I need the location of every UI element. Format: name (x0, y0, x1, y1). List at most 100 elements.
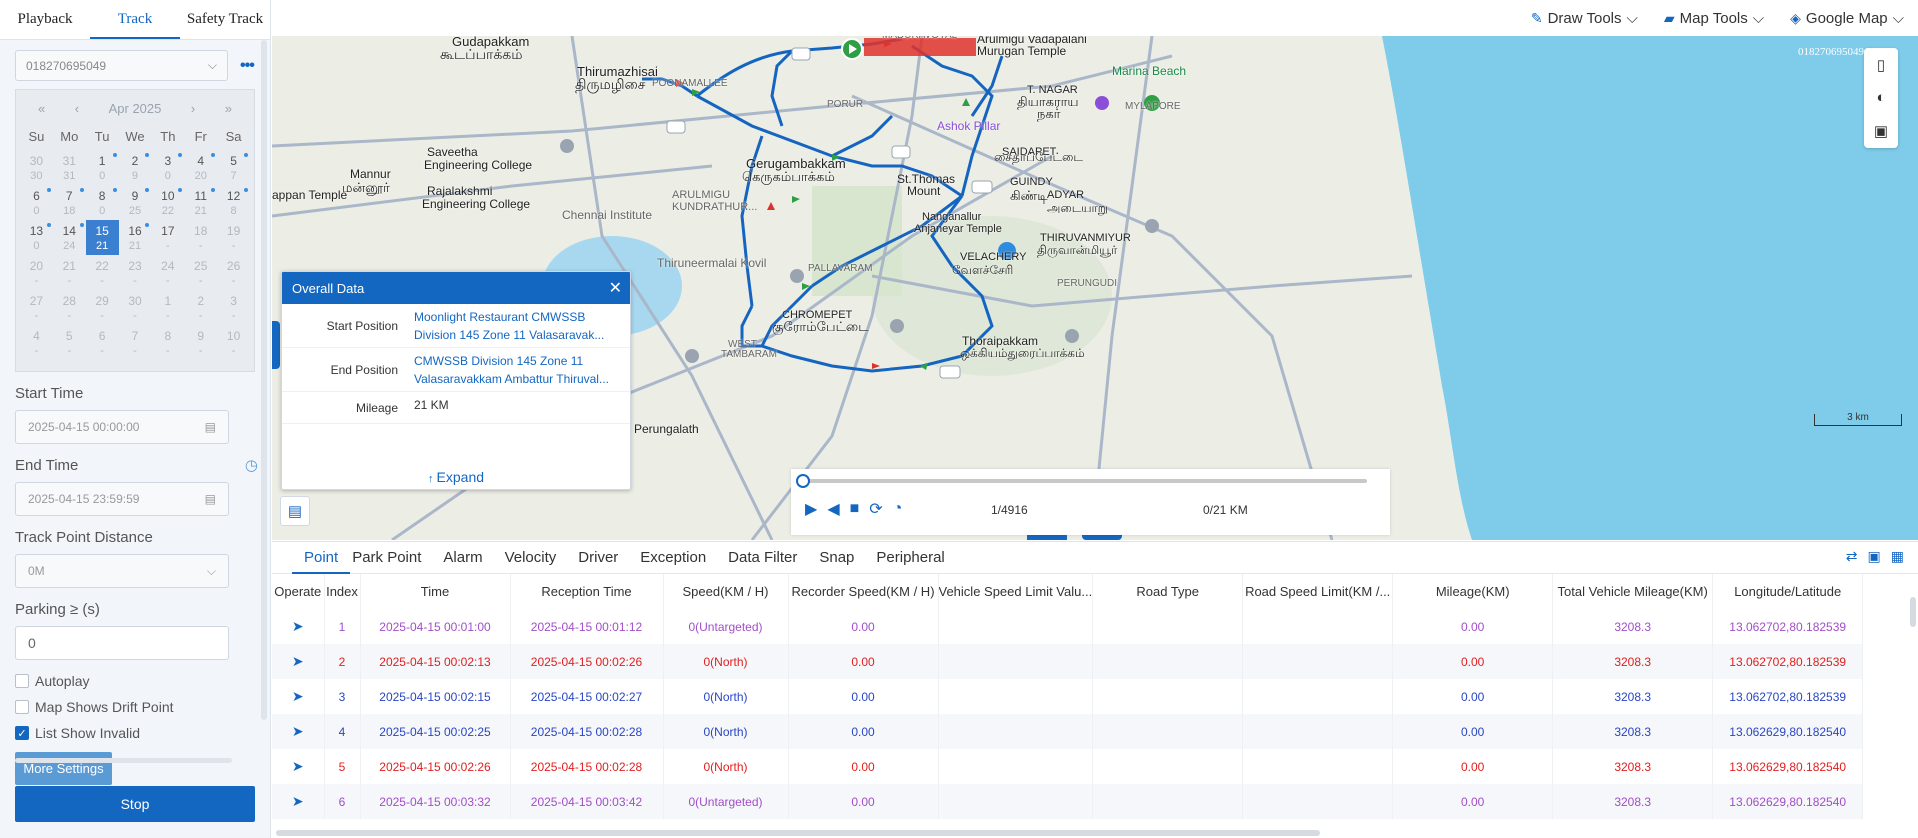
calendar-day[interactable]: 16 21 (119, 220, 152, 255)
table-row[interactable]: ➤ 3 2025-04-15 00:02:15 2025-04-15 00:02:27… (272, 679, 1864, 714)
calendar-day[interactable]: 11 21 (184, 185, 217, 220)
stop-button[interactable]: Stop (15, 786, 255, 822)
calendar-day[interactable]: 22 - (86, 255, 119, 290)
calendar-day[interactable]: 4- (20, 325, 53, 360)
calendar-day[interactable]: 23 - (119, 255, 152, 290)
column-header[interactable]: Vehicle Speed Limit Valu... (938, 574, 1094, 609)
calendar-day[interactable]: 30 - (119, 290, 152, 325)
play-icon[interactable]: ▶ (805, 499, 817, 519)
calendar-day[interactable]: 6- (86, 325, 119, 360)
calendar-day[interactable]: 27 - (20, 290, 53, 325)
column-header[interactable]: Recorder Speed(KM / H) (788, 574, 939, 609)
calendar-day[interactable]: 57 (217, 150, 250, 185)
column-header[interactable]: Reception Time (510, 574, 664, 609)
tab-snap[interactable]: Snap (819, 542, 874, 574)
step-back-icon[interactable]: ◀ (827, 499, 839, 519)
column-header[interactable]: Road Type (1092, 574, 1244, 609)
google-map-menu[interactable]: ◈ Google Map ⌵ (1790, 10, 1904, 27)
column-header[interactable]: Road Speed Limit(KM /... (1242, 574, 1394, 609)
table-row[interactable]: ➤ 5 2025-04-15 00:02:26 2025-04-15 00:02:28… (272, 749, 1864, 784)
more-settings-button[interactable]: More Settings (15, 752, 112, 785)
calendar-day[interactable]: 5- (53, 325, 86, 360)
more-options-icon[interactable]: ••• (240, 57, 255, 75)
check-icon[interactable]: ✓ (15, 726, 29, 740)
horizontal-scrollbar[interactable] (15, 758, 232, 763)
calendar-day[interactable]: 2- (184, 290, 217, 325)
next-year-icon[interactable]: » (225, 101, 232, 116)
calendar-day[interactable]: 19 - (217, 220, 250, 255)
stop-icon[interactable]: ■ (850, 500, 860, 518)
tab-velocity[interactable]: Velocity (505, 542, 577, 574)
timer-icon[interactable]: ◷ (245, 456, 258, 476)
calendar-day[interactable]: 24 - (151, 255, 184, 290)
table-row[interactable]: ➤ 6 2025-04-15 00:03:32 2025-04-15 00:03:42… (272, 784, 1864, 819)
column-header[interactable]: Operate (272, 574, 325, 609)
locate-icon[interactable]: ➤ (272, 784, 325, 819)
calendar-day[interactable]: 29 (119, 150, 152, 185)
expand-link[interactable]: ↑ Expand (282, 469, 630, 485)
playback-progress-track[interactable] (803, 479, 1367, 483)
tab-playback[interactable]: Playback (0, 0, 90, 39)
calendar-day[interactable]: 14 24 (53, 220, 86, 255)
loop-icon[interactable]: ⟳ (869, 499, 882, 519)
prev-month-icon[interactable]: ‹ (75, 101, 79, 116)
column-header[interactable]: Time (360, 574, 511, 609)
calendar-day[interactable]: 7 18 (53, 185, 86, 220)
calendar-day[interactable]: 10 (86, 150, 119, 185)
tab-park-point[interactable]: Park Point (352, 542, 441, 574)
calendar-day[interactable]: 10 22 (151, 185, 184, 220)
table-row[interactable]: ➤ 4 2025-04-15 00:02:25 2025-04-15 00:02:28… (272, 714, 1864, 749)
calendar-day-selected[interactable]: 15 21 (85, 220, 119, 255)
track-point-distance-select[interactable]: 0M ⌵ (15, 554, 229, 588)
next-month-icon[interactable]: › (191, 101, 195, 116)
table-horizontal-scrollbar[interactable] (276, 830, 1320, 836)
table-vertical-scrollbar[interactable] (1910, 597, 1916, 627)
calendar-day[interactable]: 17 - (151, 220, 184, 255)
calendar-day[interactable]: 10 - (217, 325, 250, 360)
tab-point[interactable]: Point (292, 542, 351, 574)
calendar-day[interactable]: 31 31 (53, 150, 86, 185)
summary-toggle-icon[interactable]: ▤ (280, 496, 310, 526)
calendar-day[interactable]: 12 8 (217, 185, 250, 220)
calendar-day[interactable]: 9- (184, 325, 217, 360)
playback-progress-thumb[interactable] (796, 474, 810, 488)
calendar-day[interactable]: 30 30 (20, 150, 53, 185)
calendar-day[interactable]: 28 - (53, 290, 86, 325)
prev-year-icon[interactable]: « (38, 101, 45, 116)
drift-point-checkbox[interactable]: Map Shows Drift Point (0, 694, 270, 720)
locate-icon[interactable]: ➤ (272, 749, 325, 784)
refresh-icon[interactable]: ⇄ (1846, 548, 1858, 565)
tab-driver[interactable]: Driver (578, 542, 638, 574)
calendar-day[interactable]: 3- (217, 290, 250, 325)
column-header[interactable]: Longitude/Latitude (1712, 574, 1864, 609)
calendar-day[interactable]: 7- (119, 325, 152, 360)
calendar-day[interactable]: 60 (20, 185, 53, 220)
draw-tools-menu[interactable]: ✎ Draw Tools ⌵ (1531, 10, 1638, 27)
table-row[interactable]: ➤ 1 2025-04-15 00:01:00 2025-04-15 00:01:12… (272, 609, 1864, 644)
speed-icon[interactable]: ◔ (893, 500, 903, 518)
excel-export-icon[interactable]: ▦ (1891, 548, 1904, 565)
column-header[interactable]: Speed(KM / H) (663, 574, 789, 609)
checkbox-box[interactable] (15, 674, 29, 688)
sidebar-collapse-handle[interactable] (272, 321, 280, 369)
start-time-field[interactable]: 2025-04-15 00:00:00 ▤ (15, 410, 229, 444)
end-position-value[interactable]: CMWSSB Division 145 Zone 11 Valasaravakk… (414, 348, 630, 391)
calendar-day[interactable]: 1- (151, 290, 184, 325)
list-show-invalid-checkbox[interactable]: ✓ List Show Invalid (0, 720, 270, 746)
calendar-day[interactable]: 26 - (217, 255, 250, 290)
end-time-field[interactable]: 2025-04-15 23:59:59 ▤ (15, 482, 229, 516)
calendar-day[interactable]: 29 - (86, 290, 119, 325)
parking-input[interactable]: 0 (15, 626, 229, 660)
calendar-day[interactable]: 20 - (20, 255, 53, 290)
tab-exception[interactable]: Exception (640, 542, 726, 574)
tab-safety-track[interactable]: Safety Track (180, 0, 270, 39)
locate-icon[interactable]: ➤ (272, 644, 325, 679)
locate-icon[interactable]: ➤ (272, 679, 325, 714)
tab-data-filter[interactable]: Data Filter (728, 542, 817, 574)
calendar-day[interactable]: 30 (151, 150, 184, 185)
autoplay-checkbox[interactable]: Autoplay (0, 668, 270, 694)
calendar-day[interactable]: 9 25 (119, 185, 152, 220)
device-select[interactable]: 018270695049 ⌵ (15, 50, 228, 81)
start-position-value[interactable]: Moonlight Restaurant CMWSSB Division 145… (414, 304, 630, 347)
locate-icon[interactable]: ➤ (272, 714, 325, 749)
